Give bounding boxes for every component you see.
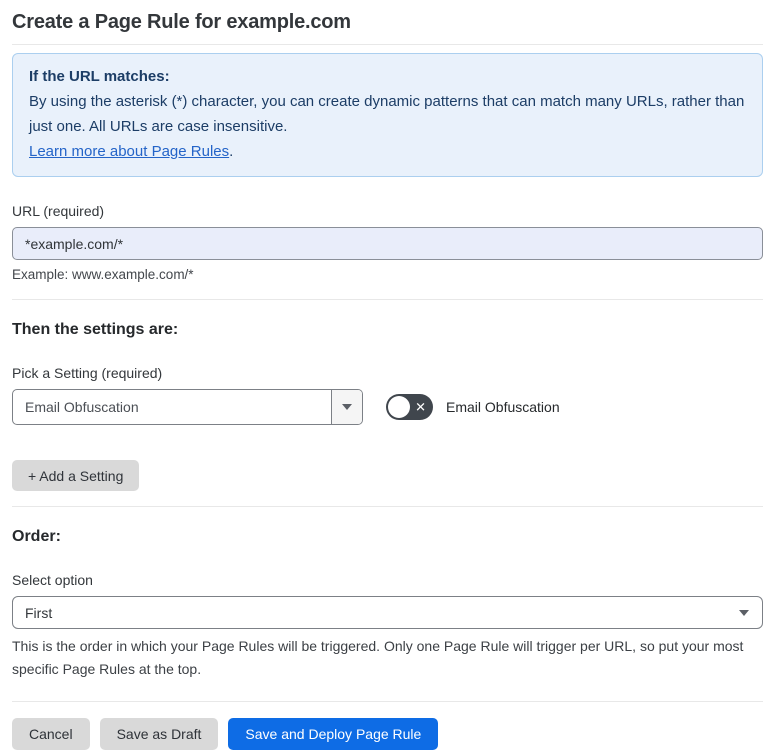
info-box-link-row: Learn more about Page Rules.: [29, 139, 746, 164]
info-box-body: By using the asterisk (*) character, you…: [29, 93, 745, 135]
add-setting-button[interactable]: + Add a Setting: [12, 460, 140, 491]
url-input[interactable]: [12, 227, 763, 260]
order-heading: Order:: [12, 528, 61, 545]
select-option-label: Select option: [12, 572, 93, 588]
setting-row: Email Obfuscation ✕ Email Obfuscation: [12, 389, 763, 425]
divider: [12, 44, 763, 45]
caret-down-icon: [739, 610, 749, 616]
divider: [12, 506, 763, 507]
learn-more-link[interactable]: Learn more about Page Rules: [29, 143, 229, 160]
url-label: URL (required): [12, 203, 105, 219]
settings-heading: Then the settings are:: [12, 321, 179, 338]
divider: [12, 701, 763, 702]
toggle-x-icon: ✕: [415, 399, 426, 415]
link-suffix: .: [229, 143, 234, 160]
footer-actions: Cancel Save as Draft Save and Deploy Pag…: [12, 718, 763, 750]
divider: [12, 299, 763, 300]
toggle-label: Email Obfuscation: [446, 399, 560, 415]
info-box-heading: If the URL matches:: [29, 68, 170, 85]
caret-down-icon: [342, 404, 352, 410]
toggle-group: ✕ Email Obfuscation: [386, 394, 560, 420]
email-obfuscation-toggle[interactable]: ✕: [386, 394, 433, 420]
order-select-value: First: [25, 604, 53, 621]
toggle-knob: [388, 396, 410, 418]
order-helper-text: This is the order in which your Page Rul…: [12, 638, 744, 677]
page-title: Create a Page Rule for example.com: [12, 11, 351, 33]
url-match-info-box: If the URL matches: By using the asteris…: [12, 53, 763, 177]
setting-dropdown-value: Email Obfuscation: [25, 399, 139, 415]
url-example-helper: Example: www.example.com/*: [12, 267, 194, 282]
setting-dropdown[interactable]: Email Obfuscation: [12, 389, 363, 425]
page-rule-form: Create a Page Rule for example.com If th…: [0, 0, 775, 750]
dropdown-caret-button[interactable]: [331, 390, 362, 424]
cancel-button[interactable]: Cancel: [12, 718, 90, 750]
pick-setting-label: Pick a Setting (required): [12, 365, 163, 381]
order-select[interactable]: First: [12, 596, 763, 629]
save-deploy-button[interactable]: Save and Deploy Page Rule: [228, 718, 439, 750]
save-draft-button[interactable]: Save as Draft: [99, 718, 219, 750]
